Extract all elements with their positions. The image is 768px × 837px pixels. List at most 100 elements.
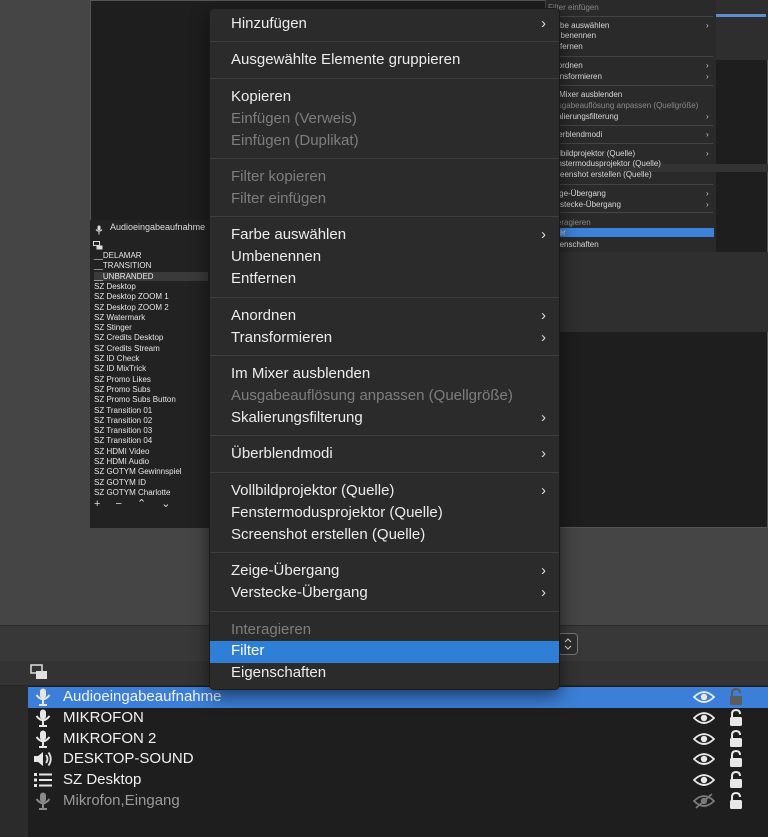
preview-thumbnail-highlight bbox=[716, 14, 766, 17]
menu-item-kopieren[interactable]: Kopieren bbox=[210, 87, 559, 109]
menu-item-anordnen[interactable]: Anordnen › bbox=[210, 306, 559, 328]
eye-icon[interactable] bbox=[692, 731, 716, 747]
menu-item-label: Vollbildprojektor (Quelle) bbox=[231, 482, 395, 499]
chevron-right-icon: › bbox=[706, 130, 709, 139]
microphone-icon bbox=[33, 792, 53, 810]
menu-item-vollbildprojektor-quelle[interactable]: Vollbildprojektor (Quelle) › bbox=[210, 481, 559, 503]
chevron-right-icon: › bbox=[706, 21, 709, 30]
preview-lower-panel bbox=[545, 252, 768, 332]
menu-item-label: Umbenennen bbox=[231, 248, 322, 265]
lock-icon[interactable] bbox=[728, 729, 744, 748]
menu-separator bbox=[210, 472, 559, 473]
menu-item-umbenennen[interactable]: Umbenennen bbox=[210, 247, 559, 269]
eye-slash-icon[interactable] bbox=[692, 793, 716, 809]
menu-item-filter[interactable]: Filter bbox=[210, 641, 559, 663]
preview-thumbnail-strip bbox=[715, 0, 768, 60]
lock-icon[interactable] bbox=[728, 771, 744, 789]
source-name: Mikrofon,Eingang bbox=[63, 792, 180, 809]
source-row[interactable]: MIKROFON 2 bbox=[28, 729, 768, 750]
eye-icon[interactable] bbox=[692, 689, 716, 705]
source-name: Audioeingabeaufnahme bbox=[63, 688, 222, 705]
lock-icon[interactable] bbox=[728, 708, 744, 727]
menu-item-zeige-übergang[interactable]: Zeige-Übergang › bbox=[210, 561, 559, 583]
microphone-icon bbox=[33, 730, 53, 748]
menu-item-hinzufügen[interactable]: Hinzufügen › bbox=[210, 14, 559, 36]
chevron-right-icon: › bbox=[541, 226, 546, 243]
menu-item-eigenschaften[interactable]: Eigenschaften bbox=[210, 663, 559, 685]
spin-stepper[interactable] bbox=[558, 633, 578, 655]
menu-item-überblendmodi[interactable]: Überblendmodi › bbox=[210, 444, 559, 466]
preview-nested-item: SZ Watermark bbox=[94, 312, 146, 322]
preview-mirrored-menu-separator bbox=[548, 85, 713, 86]
preview-mirrored-menu-highlight bbox=[548, 228, 714, 237]
menu-item-label: Verstecke-Übergang bbox=[231, 584, 368, 601]
eye-icon[interactable] bbox=[692, 772, 716, 788]
source-name: SZ Desktop bbox=[63, 771, 142, 789]
microphone-icon bbox=[33, 688, 53, 706]
menu-item-label: Hinzufügen bbox=[231, 15, 307, 32]
source-row[interactable]: MIKROFON bbox=[28, 708, 768, 729]
list-icon bbox=[33, 771, 53, 789]
menu-item-ausgabeauflösung-anpassen-quellgröße: Ausgabeauflösung anpassen (Quellgröße) bbox=[210, 386, 559, 408]
chevron-right-icon: › bbox=[706, 72, 709, 81]
menu-item-farbe-auswählen[interactable]: Farbe auswählen › bbox=[210, 225, 559, 247]
preview-nested-item: SZ Credits Desktop bbox=[94, 333, 164, 343]
chevron-right-icon: › bbox=[706, 149, 709, 158]
preview-mirrored-menu-item: Fenstermodusprojektor (Quelle) bbox=[548, 159, 661, 168]
chevron-right-icon: › bbox=[541, 409, 546, 426]
preview-nested-item: SZ Credits Stream bbox=[94, 343, 160, 353]
preview-nested-item: SZ Promo Likes bbox=[94, 374, 151, 384]
menu-item-label: Ausgabeauflösung anpassen (Quellgröße) bbox=[231, 387, 513, 404]
menu-item-label: Einfügen (Duplikat) bbox=[231, 132, 359, 149]
menu-item-filter-einfügen: Filter einfügen bbox=[210, 189, 559, 211]
chevron-right-icon: › bbox=[541, 307, 546, 324]
menu-separator bbox=[210, 158, 559, 159]
menu-item-screenshot-erstellen-quelle[interactable]: Screenshot erstellen (Quelle) bbox=[210, 525, 559, 547]
menu-item-transformieren[interactable]: Transformieren › bbox=[210, 328, 559, 350]
preview-nested-item: SZ Desktop ZOOM 1 bbox=[94, 292, 169, 302]
preview-nested-item: SZ HDMI Audio bbox=[94, 457, 150, 466]
menu-item-skalierungsfilterung[interactable]: Skalierungsfilterung › bbox=[210, 408, 559, 430]
menu-separator bbox=[210, 78, 559, 79]
source-name: MIKROFON 2 bbox=[63, 729, 157, 747]
chevron-right-icon: › bbox=[541, 445, 546, 462]
preview-mirrored-menu-separator bbox=[548, 143, 713, 144]
group-icon[interactable] bbox=[30, 664, 48, 685]
menu-item-im-mixer-ausblenden[interactable]: Im Mixer ausblenden bbox=[210, 364, 559, 386]
lock-icon[interactable] bbox=[728, 687, 744, 706]
eye-icon[interactable] bbox=[692, 710, 716, 726]
menu-separator bbox=[210, 297, 559, 298]
preview-mirrored-menu-item: Screenshot erstellen (Quelle) bbox=[548, 170, 652, 179]
menu-separator bbox=[210, 41, 559, 42]
eye-icon[interactable] bbox=[692, 751, 716, 767]
menu-item-label: Fenstermodusprojektor (Quelle) bbox=[231, 504, 443, 521]
menu-separator bbox=[210, 216, 559, 217]
menu-item-label: Transformieren bbox=[231, 329, 333, 346]
menu-item-verstecke-übergang[interactable]: Verstecke-Übergang › bbox=[210, 583, 559, 605]
preview-nested-item: SZ GOTYM Gewinnspiel bbox=[94, 467, 182, 477]
preview-nested-item: SZ Transition 04 bbox=[94, 436, 153, 446]
preview-mirrored-menu-separator bbox=[548, 184, 713, 185]
menu-item-label: Kopieren bbox=[231, 88, 292, 105]
source-row[interactable]: Mikrofon,Eingang bbox=[28, 791, 768, 812]
preview-nested-item: __UNBRANDED bbox=[94, 271, 208, 281]
preview-nested-item: SZ Desktop ZOOM 2 bbox=[94, 302, 169, 312]
preview-nested-item: SZ ID Check bbox=[94, 354, 140, 363]
menu-item-label: Anordnen bbox=[231, 307, 297, 324]
preview-nested-item: SZ Transition 01 bbox=[94, 405, 153, 415]
source-row[interactable]: SZ Desktop bbox=[28, 770, 768, 791]
lock-icon[interactable] bbox=[728, 750, 744, 768]
preview-nested-item: SZ GOTYM ID bbox=[94, 477, 146, 487]
source-name: DESKTOP-SOUND bbox=[63, 750, 194, 768]
menu-item-ausgewählte-elemente-gruppieren[interactable]: Ausgewählte Elemente gruppieren bbox=[210, 50, 559, 72]
preview-nested-item: SZ ID MixTrick bbox=[94, 364, 147, 374]
menu-item-entfernen[interactable]: Entfernen bbox=[210, 269, 559, 291]
source-row[interactable]: Audioeingabeaufnahme bbox=[28, 687, 768, 708]
menu-item-fenstermodusprojektor-quelle[interactable]: Fenstermodusprojektor (Quelle) bbox=[210, 503, 559, 525]
source-row[interactable]: DESKTOP-SOUND bbox=[28, 749, 768, 770]
preview-nested-item: SZ GOTYM Charlotte bbox=[94, 487, 171, 497]
menu-item-label: Filter kopieren bbox=[231, 168, 327, 185]
menu-item-einfügen-duplikat: Einfügen (Duplikat) bbox=[210, 131, 559, 153]
preview-nested-item: SZ Promo Subs Button bbox=[94, 395, 176, 405]
lock-icon[interactable] bbox=[728, 791, 744, 810]
